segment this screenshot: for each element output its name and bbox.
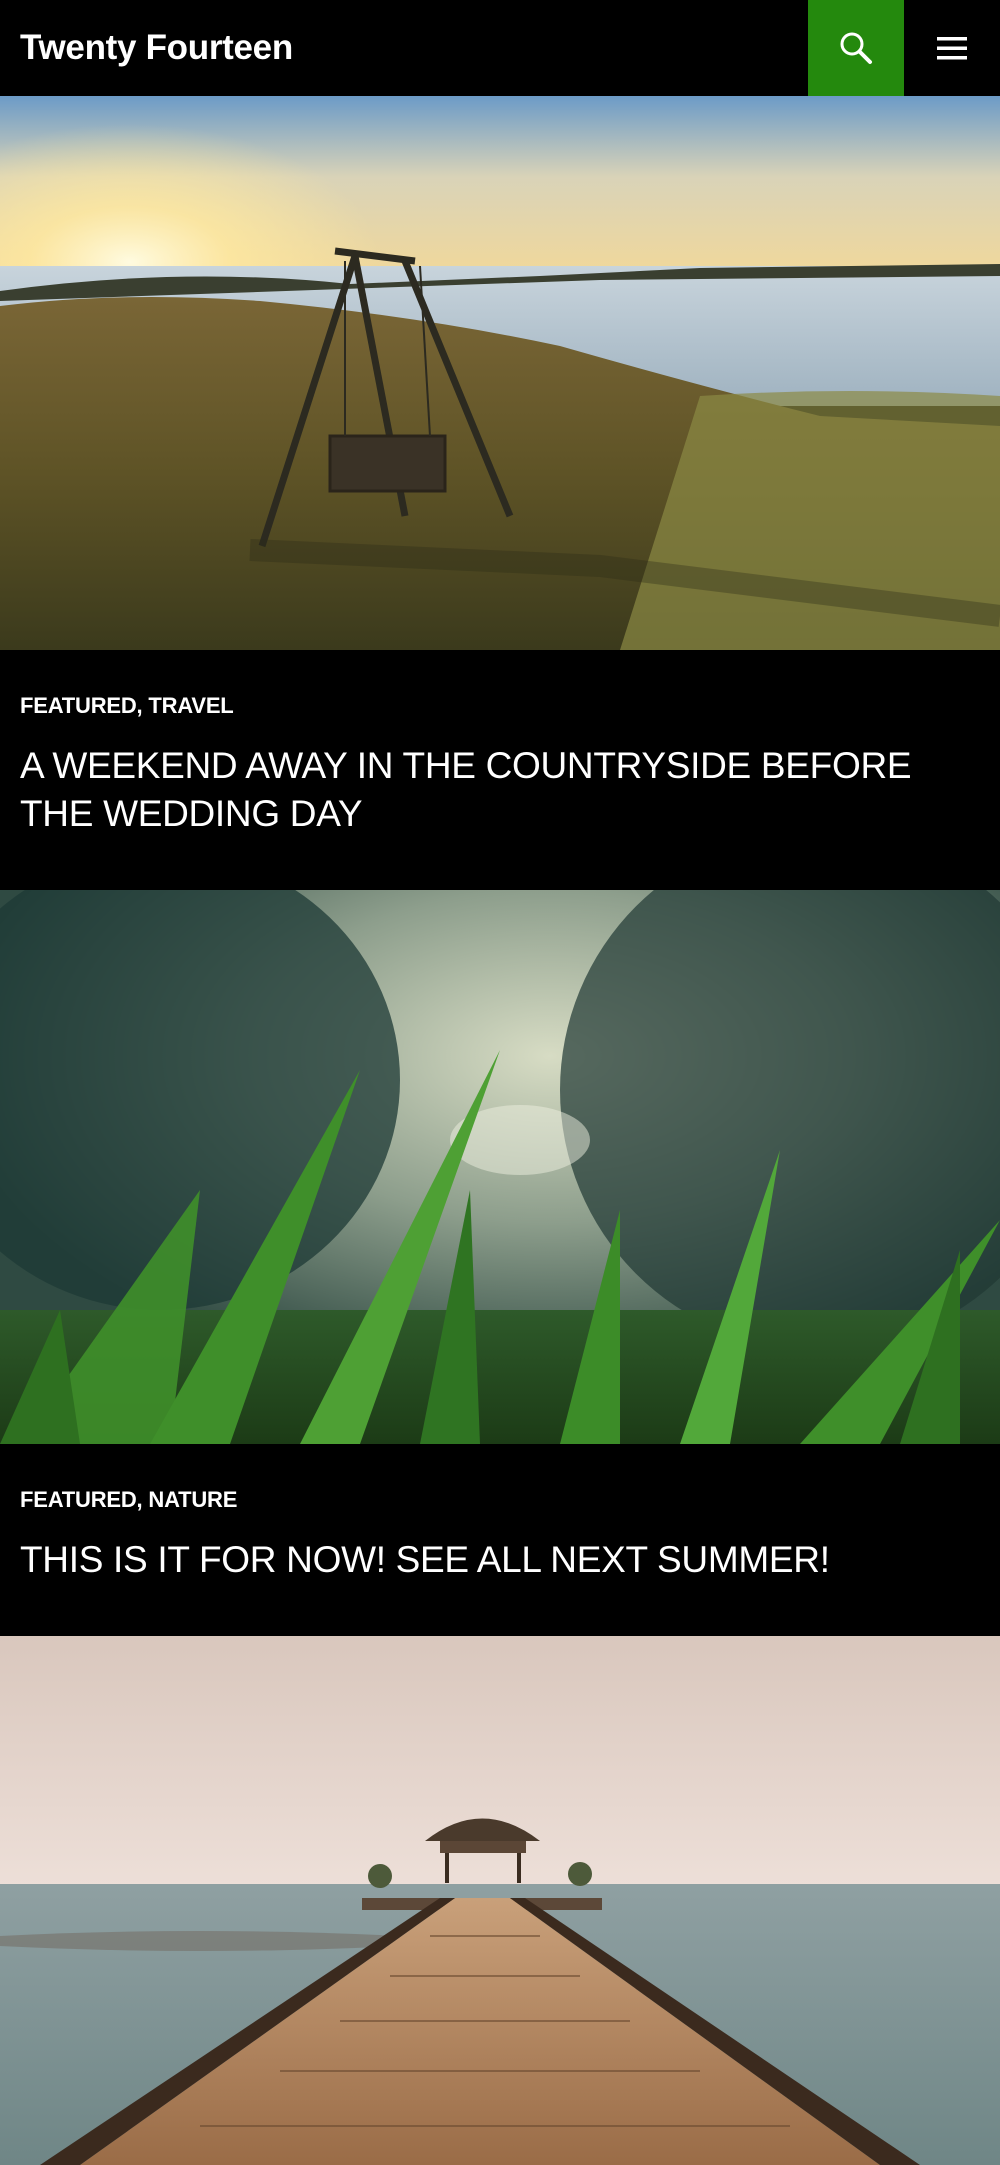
wooden-pier-photo <box>0 1636 1000 2165</box>
featured-post: FEATURED, NATURE THIS IS IT FOR NOW! SEE… <box>0 890 1000 1636</box>
entry-title[interactable]: A WEEKEND AWAY IN THE COUNTRYSIDE BEFORE… <box>20 742 980 838</box>
menu-button[interactable] <box>904 0 1000 96</box>
post-thumbnail[interactable] <box>0 1636 1000 2165</box>
site-title[interactable]: Twenty Fourteen <box>20 0 293 96</box>
post-thumbnail[interactable] <box>0 890 1000 1444</box>
category-link-featured[interactable]: FEATURED <box>20 1487 137 1512</box>
hamburger-menu-icon <box>937 37 967 60</box>
featured-post <box>0 1636 1000 2165</box>
entry-title[interactable]: THIS IS IT FOR NOW! SEE ALL NEXT SUMMER! <box>20 1536 980 1584</box>
category-separator: , <box>136 693 149 718</box>
sunset-swing-photo <box>0 96 1000 650</box>
search-icon <box>840 32 872 64</box>
category-separator: , <box>136 1487 149 1512</box>
category-links: FEATURED, TRAVEL <box>20 693 234 719</box>
post-thumbnail[interactable] <box>0 96 1000 650</box>
search-button[interactable] <box>808 0 904 96</box>
site-header: Twenty Fourteen <box>0 0 1000 96</box>
featured-post: FEATURED, TRAVEL A WEEKEND AWAY IN THE C… <box>0 96 1000 890</box>
category-link-travel[interactable]: TRAVEL <box>148 693 233 718</box>
entry-header: FEATURED, TRAVEL A WEEKEND AWAY IN THE C… <box>0 650 1000 890</box>
category-link-nature[interactable]: NATURE <box>148 1487 237 1512</box>
category-link-featured[interactable]: FEATURED <box>20 693 137 718</box>
entry-header: FEATURED, NATURE THIS IS IT FOR NOW! SEE… <box>0 1444 1000 1636</box>
category-links: FEATURED, NATURE <box>20 1487 237 1513</box>
grass-closeup-photo <box>0 890 1000 1444</box>
